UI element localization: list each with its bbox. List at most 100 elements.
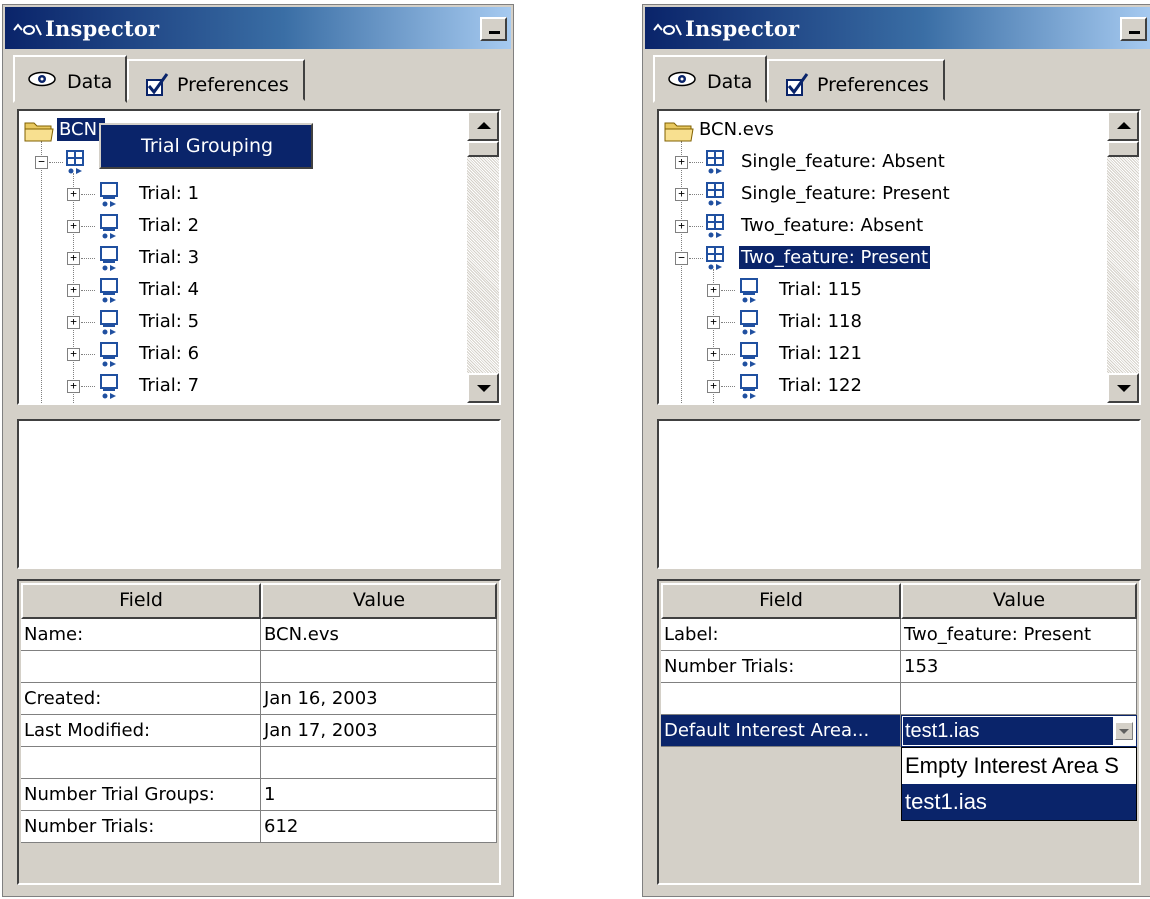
- table-row[interactable]: Name: BCN.evs: [21, 619, 497, 651]
- dropdown-option[interactable]: Empty Interest Area S: [902, 748, 1136, 784]
- value-cell[interactable]: [901, 683, 1137, 715]
- inspector-app-icon: [13, 23, 42, 36]
- tree-trial-node[interactable]: + Trial: 118: [659, 307, 1099, 337]
- expand-icon[interactable]: +: [67, 252, 80, 265]
- tree-trial-node[interactable]: + Trial: 4: [19, 275, 459, 305]
- table-row[interactable]: Created: Jan 16, 2003: [21, 683, 497, 715]
- expand-icon[interactable]: +: [675, 156, 688, 169]
- value-cell[interactable]: Two_feature: Present: [901, 619, 1137, 651]
- table-row[interactable]: [21, 747, 497, 779]
- table-row[interactable]: [661, 683, 1137, 715]
- trial-icon: [100, 310, 118, 335]
- field-cell: [21, 747, 261, 779]
- scroll-up-button[interactable]: [1107, 111, 1139, 141]
- expand-icon[interactable]: +: [675, 188, 688, 201]
- tree-group-node[interactable]: + Single_feature: Present: [659, 179, 1099, 209]
- scroll-down-button[interactable]: [1107, 373, 1139, 403]
- tree-trial-node[interactable]: + Trial: 122: [659, 371, 1099, 401]
- tree-trial-node[interactable]: + Trial: 115: [659, 275, 1099, 305]
- minimize-button[interactable]: [480, 17, 507, 41]
- expand-icon[interactable]: +: [67, 284, 80, 297]
- tab-data[interactable]: Data: [13, 55, 127, 103]
- table-row[interactable]: Number Trial Groups: 1: [21, 779, 497, 811]
- tree-trial-node[interactable]: + Trial: 1: [19, 179, 459, 209]
- tree-scrollbar[interactable]: [1107, 111, 1139, 403]
- tree-trial-node[interactable]: + Trial: 121: [659, 339, 1099, 369]
- tab-preferences-label: Preferences: [177, 74, 289, 96]
- expand-icon[interactable]: +: [67, 316, 80, 329]
- expand-icon[interactable]: +: [67, 348, 80, 361]
- expand-icon[interactable]: +: [707, 348, 720, 361]
- dropdown-button[interactable]: [1115, 722, 1133, 740]
- value-cell[interactable]: Jan 17, 2003: [261, 715, 497, 747]
- value-cell[interactable]: [261, 747, 497, 779]
- table-row[interactable]: Last Modified: Jan 17, 2003: [21, 715, 497, 747]
- table-row[interactable]: Number Trials: 612: [21, 811, 497, 843]
- eye-icon: [668, 71, 696, 87]
- trial-icon: [100, 374, 118, 399]
- expand-icon[interactable]: +: [707, 380, 720, 393]
- tree-trial-node[interactable]: + Trial: 7: [19, 371, 459, 401]
- scroll-up-button[interactable]: [467, 111, 499, 141]
- scroll-thumb[interactable]: [467, 141, 499, 157]
- checkbox-icon: [786, 73, 809, 96]
- table-row[interactable]: Default Interest Area... test1.ias: [661, 715, 1137, 747]
- minimize-button[interactable]: [1120, 17, 1147, 41]
- window-title: Inspector: [45, 16, 160, 41]
- tab-preferences-label: Preferences: [817, 74, 929, 96]
- scroll-thumb[interactable]: [1107, 141, 1139, 157]
- tree-scrollbar[interactable]: [467, 111, 499, 403]
- window-title: Inspector: [685, 16, 800, 41]
- table-row[interactable]: Number Trials: 153: [661, 651, 1137, 683]
- interest-area-select[interactable]: test1.ias: [901, 715, 1137, 747]
- collapse-icon[interactable]: −: [35, 156, 48, 169]
- value-cell[interactable]: [261, 651, 497, 683]
- arrow-up-icon: [1117, 122, 1131, 129]
- field-cell: Number Trials:: [21, 811, 261, 843]
- title-bar[interactable]: Inspector: [5, 7, 511, 49]
- table-row[interactable]: [21, 651, 497, 683]
- expand-icon[interactable]: +: [67, 220, 80, 233]
- value-cell[interactable]: 1: [261, 779, 497, 811]
- collapse-icon[interactable]: −: [675, 252, 688, 265]
- expand-icon[interactable]: +: [707, 316, 720, 329]
- column-header-value[interactable]: Value: [261, 583, 497, 619]
- tree-trial-node[interactable]: + Trial: 2: [19, 211, 459, 241]
- expand-icon[interactable]: +: [707, 284, 720, 297]
- tab-preferences[interactable]: Preferences: [127, 59, 305, 101]
- inspector-panel-right: Inspector Data Preferences BCN.evs + Sin…: [642, 4, 1150, 897]
- tree-root-node[interactable]: BCN.evs: [659, 115, 1099, 145]
- value-cell[interactable]: Jan 16, 2003: [261, 683, 497, 715]
- title-bar[interactable]: Inspector: [645, 7, 1150, 49]
- value-cell[interactable]: 612: [261, 811, 497, 843]
- trial-group-icon: [706, 150, 724, 174]
- field-cell: [661, 683, 901, 715]
- tab-preferences[interactable]: Preferences: [767, 59, 945, 101]
- dropdown-option-selected[interactable]: test1.ias: [902, 784, 1136, 820]
- tree-trial-node[interactable]: + Trial: 6: [19, 339, 459, 369]
- column-header-field[interactable]: Field: [661, 583, 901, 619]
- tab-data-label: Data: [67, 71, 113, 93]
- tree-trial-node[interactable]: + Trial: 5: [19, 307, 459, 337]
- trial-tree[interactable]: BCN.evs + Single_feature: Absent + Singl…: [657, 109, 1141, 405]
- value-cell[interactable]: 153: [901, 651, 1137, 683]
- expand-icon[interactable]: +: [67, 188, 80, 201]
- tab-data[interactable]: Data: [653, 55, 767, 103]
- tree-group-node[interactable]: − Two_feature: Present: [659, 243, 1099, 273]
- expand-icon[interactable]: +: [675, 220, 688, 233]
- folder-icon: [24, 122, 54, 142]
- column-header-value[interactable]: Value: [901, 583, 1137, 619]
- menu-item-trial-grouping[interactable]: Trial Grouping: [141, 135, 273, 157]
- tree-trial-node[interactable]: + Trial: 3: [19, 243, 459, 273]
- expand-icon[interactable]: +: [67, 380, 80, 393]
- tree-group-node[interactable]: + Single_feature: Absent: [659, 147, 1099, 177]
- inspector-panel-left: Inspector Data Preferences BCN. − + Tria…: [2, 4, 514, 897]
- trial-icon: [100, 246, 118, 271]
- table-row[interactable]: Label: Two_feature: Present: [661, 619, 1137, 651]
- tree-group-node[interactable]: + Two_feature: Absent: [659, 211, 1099, 241]
- scroll-down-button[interactable]: [467, 373, 499, 403]
- column-header-field[interactable]: Field: [21, 583, 261, 619]
- select-value: test1.ias: [903, 717, 1113, 745]
- eye-icon: [28, 71, 56, 87]
- value-cell[interactable]: BCN.evs: [261, 619, 497, 651]
